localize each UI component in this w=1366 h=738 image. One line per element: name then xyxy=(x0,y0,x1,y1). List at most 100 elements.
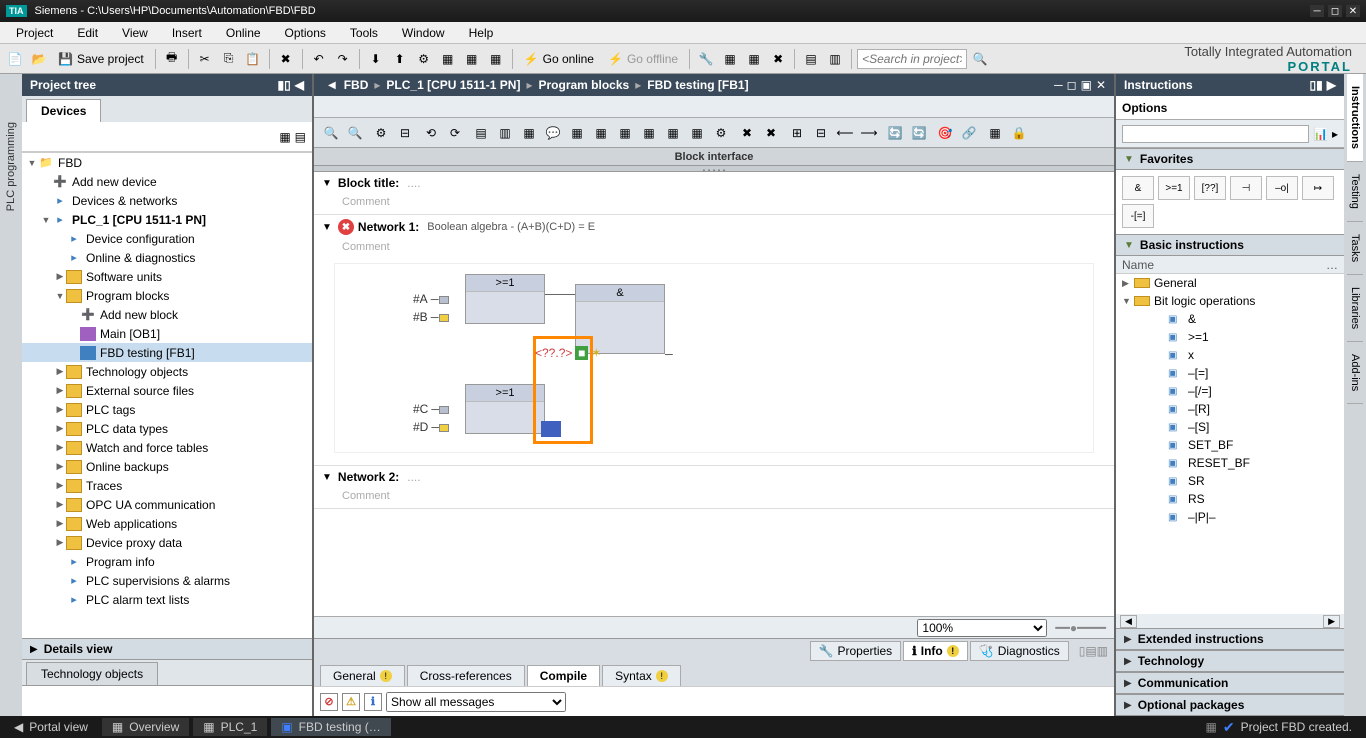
tree-item-22[interactable]: ▸PLC alarm text lists xyxy=(22,590,312,609)
et-icon-18[interactable]: ✖ xyxy=(736,122,758,144)
et-icon-26[interactable]: 🎯 xyxy=(934,122,956,144)
tb-icon-6[interactable]: ▦ xyxy=(743,48,765,70)
panel-arrow-icon[interactable]: ▶ xyxy=(1327,78,1336,92)
port-b[interactable]: #B ─ xyxy=(413,310,449,324)
extended-instructions-header[interactable]: ▶Extended instructions xyxy=(1116,628,1344,650)
editor-restore-icon[interactable]: ◻ xyxy=(1067,78,1077,92)
tree-item-6[interactable]: ▼Program blocks xyxy=(22,286,312,305)
print-icon[interactable]: 🖶 xyxy=(161,48,183,70)
editor-canvas[interactable]: ▼ Block title: .... Comment ▼ ✖ Network … xyxy=(314,172,1114,616)
panel-arrow-icon[interactable]: ◀ xyxy=(295,78,304,92)
instructions-search-input[interactable] xyxy=(1122,125,1309,143)
side-tab-libraries[interactable]: Libraries xyxy=(1347,275,1363,342)
tree-item-5[interactable]: ▶Software units xyxy=(22,267,312,286)
tree-item-21[interactable]: ▸PLC supervisions & alarms xyxy=(22,571,312,590)
plc-tab-button[interactable]: ▦ PLC_1 xyxy=(193,718,267,736)
et-icon-16[interactable]: ▦ xyxy=(686,122,708,144)
instruction-1[interactable]: ▣>=1 xyxy=(1116,328,1344,346)
communication-header[interactable]: ▶Communication xyxy=(1116,672,1344,694)
tree-item-13[interactable]: ▶PLC data types xyxy=(22,419,312,438)
search-arrow-icon[interactable]: ▸ xyxy=(1332,127,1338,141)
tree-item-7[interactable]: ➕Add new block xyxy=(22,305,312,324)
go-offline-button[interactable]: ⚡ Go offline xyxy=(602,52,684,66)
et-icon-15[interactable]: ▦ xyxy=(662,122,684,144)
et-icon-4[interactable]: ⊟ xyxy=(394,122,416,144)
tab-compile[interactable]: Compile xyxy=(527,665,600,686)
fbd-tab-button[interactable]: ▣ FBD testing (… xyxy=(271,718,390,736)
tb-icon-8[interactable]: ▤ xyxy=(800,48,822,70)
instruction-10[interactable]: ▣RS xyxy=(1116,490,1344,508)
details-view-header[interactable]: ▶ Details view xyxy=(22,638,312,660)
inspector-layout-icons[interactable]: ▯▤▥ xyxy=(1079,644,1108,658)
menu-options[interactable]: Options xyxy=(273,23,338,43)
favorite-btn-6[interactable]: -[=] xyxy=(1122,204,1154,228)
zoom-select[interactable]: 100% xyxy=(917,619,1047,637)
editor-maximize-icon[interactable]: ▣ xyxy=(1081,78,1092,92)
instruction-4[interactable]: ▣–[/=] xyxy=(1116,382,1344,400)
editor-close-icon[interactable]: ✕ xyxy=(1096,78,1106,92)
options-bar[interactable]: Options xyxy=(1116,96,1344,120)
tree-item-15[interactable]: ▶Online backups xyxy=(22,457,312,476)
tree-item-16[interactable]: ▶Traces xyxy=(22,476,312,495)
et-icon-13[interactable]: ▦ xyxy=(614,122,636,144)
warning-filter-icon[interactable]: ⚠ xyxy=(342,693,360,711)
tree-item-11[interactable]: ▶External source files xyxy=(22,381,312,400)
group-bit-logic[interactable]: ▼Bit logic operations xyxy=(1116,292,1344,310)
menu-tools[interactable]: Tools xyxy=(338,23,390,43)
et-icon-9[interactable]: ▦ xyxy=(518,122,540,144)
panel-layout-icon[interactable]: ▯▮ xyxy=(1310,78,1323,92)
block-interface-bar[interactable]: Block interface xyxy=(314,148,1114,166)
tree-item-18[interactable]: ▶Web applications xyxy=(22,514,312,533)
download-icon[interactable]: ⬇ xyxy=(365,48,387,70)
favorite-btn-0[interactable]: & xyxy=(1122,176,1154,200)
zoom-slider[interactable]: ━━●━━━━ xyxy=(1055,621,1106,635)
tab-general[interactable]: General ! xyxy=(320,665,405,686)
et-icon-23[interactable]: ⟶ xyxy=(858,122,880,144)
maximize-button[interactable]: ◻ xyxy=(1328,5,1342,17)
side-tab-add-ins[interactable]: Add-ins xyxy=(1347,342,1363,404)
compile-icon[interactable]: ⚙ xyxy=(413,48,435,70)
chevron-down-icon[interactable]: ▼ xyxy=(322,222,332,233)
chevron-down-icon[interactable]: ▼ xyxy=(322,472,332,483)
et-icon-2[interactable]: 🔍 xyxy=(344,122,366,144)
et-icon-6[interactable]: ⟳ xyxy=(444,122,466,144)
port-a[interactable]: #A ─ xyxy=(413,292,449,306)
tb-icon-4[interactable]: 🔧 xyxy=(695,48,717,70)
tab-info[interactable]: ℹ Info ! xyxy=(903,641,968,661)
et-icon-24[interactable]: 🔄 xyxy=(884,122,906,144)
error-filter-icon[interactable]: ⊘ xyxy=(320,693,338,711)
favorite-btn-1[interactable]: >=1 xyxy=(1158,176,1190,200)
search-icon[interactable]: 🔍 xyxy=(969,48,991,70)
et-icon-19[interactable]: ✖ xyxy=(760,122,782,144)
menu-view[interactable]: View xyxy=(110,23,160,43)
overview-button[interactable]: ▦ Overview xyxy=(102,718,189,736)
tab-properties[interactable]: 🔧 Properties xyxy=(810,641,902,661)
tree-item-1[interactable]: ▸Devices & networks xyxy=(22,191,312,210)
tb-icon-3[interactable]: ▦ xyxy=(485,48,507,70)
instructions-list[interactable]: Name… ▶General ▼Bit logic operations ▣&▣… xyxy=(1116,256,1344,614)
menu-online[interactable]: Online xyxy=(214,23,273,43)
tab-devices[interactable]: Devices xyxy=(26,99,101,122)
basic-instructions-header[interactable]: ▼Basic instructions xyxy=(1116,234,1344,256)
et-icon-10[interactable]: 💬 xyxy=(542,122,564,144)
instruction-6[interactable]: ▣–[S] xyxy=(1116,418,1344,436)
scroll-right-icon[interactable]: ▶ xyxy=(1323,615,1340,628)
instruction-5[interactable]: ▣–[R] xyxy=(1116,400,1344,418)
panel-collapse-icon[interactable]: ▮▯ xyxy=(278,78,291,92)
et-icon-3[interactable]: ⚙ xyxy=(370,122,392,144)
tree-item-9[interactable]: FBD testing [FB1] xyxy=(22,343,312,362)
side-tab-tasks[interactable]: Tasks xyxy=(1347,222,1363,275)
favorite-btn-4[interactable]: –o| xyxy=(1266,176,1298,200)
et-icon-7[interactable]: ▤ xyxy=(470,122,492,144)
tree-item-8[interactable]: Main [OB1] xyxy=(22,324,312,343)
tab-syntax[interactable]: Syntax ! xyxy=(602,665,681,686)
chevron-down-icon[interactable]: ▼ xyxy=(322,178,332,189)
tab-technology-objects[interactable]: Technology objects xyxy=(26,662,158,685)
side-tab-plc-programming[interactable]: PLC programming xyxy=(5,114,17,219)
et-icon-25[interactable]: 🔄 xyxy=(908,122,930,144)
project-tree[interactable]: ▼📁FBD➕Add new device▸Devices & networks▼… xyxy=(22,152,312,638)
side-tab-testing[interactable]: Testing xyxy=(1347,162,1363,222)
tree-item-19[interactable]: ▶Device proxy data xyxy=(22,533,312,552)
et-icon-12[interactable]: ▦ xyxy=(590,122,612,144)
portal-view-button[interactable]: ◀ Portal view xyxy=(4,718,98,736)
